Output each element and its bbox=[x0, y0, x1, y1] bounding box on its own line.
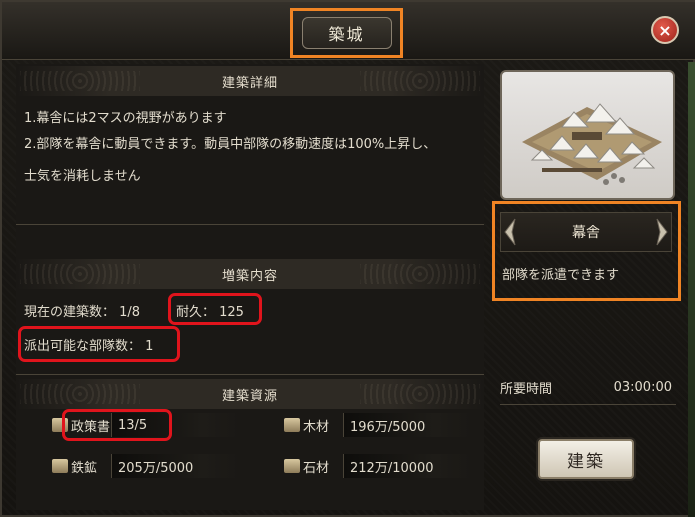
dialog-title: 築城 bbox=[301, 17, 392, 49]
iron-icon bbox=[52, 459, 68, 473]
stone-icon bbox=[284, 459, 300, 473]
camp-illustration bbox=[522, 103, 662, 185]
map-edge bbox=[688, 62, 695, 517]
resource-iron: 鉄鉱 205万/5000 bbox=[52, 453, 241, 479]
right-panel: 幕舎 部隊を派遣できます 所要時間 03:00:00 建築 bbox=[492, 64, 687, 510]
chevron-left-icon bbox=[504, 218, 516, 246]
prev-building-button[interactable] bbox=[501, 214, 519, 250]
build-button[interactable]: 建築 bbox=[538, 439, 634, 479]
durability: 耐久： 125 bbox=[176, 305, 244, 320]
close-button[interactable]: × bbox=[651, 16, 679, 44]
building-selector: 幕舎 bbox=[500, 212, 672, 252]
next-building-button[interactable] bbox=[653, 214, 671, 250]
left-panel: 建築詳細 1.幕舎には2マスの視野があります 2.部隊を幕舎に動員できます。動員… bbox=[16, 64, 484, 510]
building-description: 部隊を派遣できます bbox=[502, 268, 620, 283]
building-image bbox=[500, 70, 675, 200]
build-time-label: 所要時間 bbox=[500, 381, 553, 397]
divider bbox=[500, 404, 676, 405]
details-header: 建築詳細 bbox=[16, 66, 484, 96]
policy-book-highlight bbox=[62, 409, 172, 441]
details-line-2: 2.部隊を幕舎に動員できます。動員中部隊の移動速度は100%上昇し、 bbox=[24, 137, 437, 152]
divider bbox=[16, 224, 484, 225]
dispatchable-count: 派出可能な部隊数： 1 bbox=[24, 339, 154, 354]
chevron-right-icon bbox=[656, 218, 668, 246]
title-highlight: 築城 bbox=[290, 8, 403, 58]
details-line-1: 1.幕舎には2マスの視野があります bbox=[24, 111, 227, 126]
dialog-frame: 築城 × 建築詳細 1.幕舎には2マスの視野があります 2.部隊を幕舎に動員でき… bbox=[0, 0, 695, 517]
building-name: 幕舎 bbox=[572, 225, 600, 241]
close-icon: × bbox=[658, 20, 672, 40]
resource-wood: 木材 196万/5000 bbox=[284, 412, 473, 438]
resources-header: 建築資源 bbox=[16, 379, 484, 409]
divider bbox=[16, 374, 484, 375]
build-time-row: 所要時間 03:00:00 bbox=[500, 374, 672, 400]
build-time-value: 03:00:00 bbox=[613, 379, 672, 395]
wood-icon bbox=[284, 418, 300, 432]
resource-stone: 石材 212万/10000 bbox=[284, 453, 473, 479]
built-count: 現在の建築数： 1/8 bbox=[24, 305, 141, 320]
details-line-3: 士気を消耗しません bbox=[24, 169, 141, 184]
upgrade-header: 増築内容 bbox=[16, 259, 484, 289]
